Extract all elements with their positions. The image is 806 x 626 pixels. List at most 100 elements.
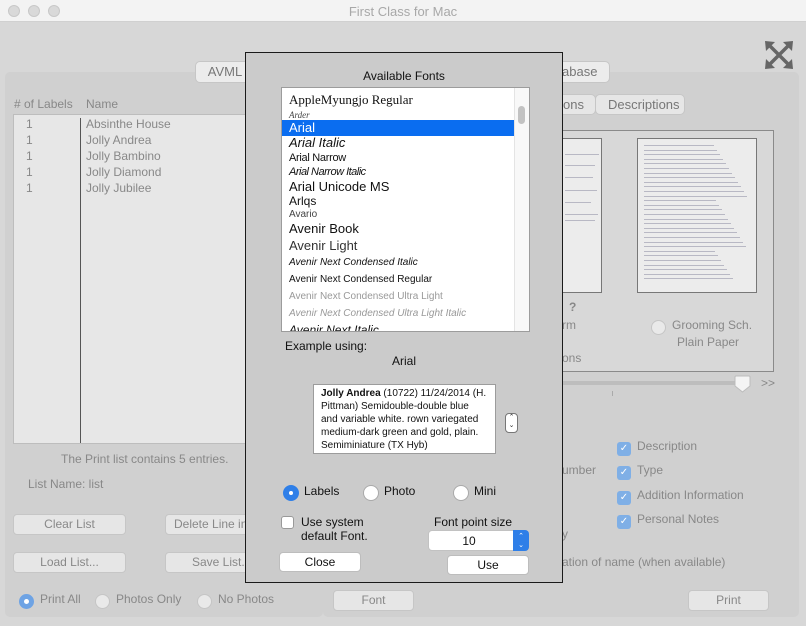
font-list[interactable]: AppleMyungjo Regular Arder Arial Arial I… (281, 87, 530, 332)
tab-descriptions[interactable]: Descriptions (595, 94, 685, 115)
load-list-button[interactable]: Load List... (13, 552, 126, 573)
thumbnail-text-line (644, 246, 746, 248)
column-header-name: Name (86, 97, 119, 111)
use-system-font-label-2: default Font. (301, 529, 368, 543)
font-size-select[interactable]: 10 ⌃ ⌄ (428, 530, 529, 551)
grooming-thumbnail[interactable] (637, 138, 757, 293)
thumbnail-text-line (644, 154, 720, 156)
font-item[interactable]: Arial Narrow Italic (282, 164, 514, 180)
labels-radio-label: Labels (304, 484, 340, 498)
grooming-label: Grooming Sch. (672, 318, 753, 332)
preview-slider[interactable] (560, 381, 750, 385)
clear-list-button[interactable]: Clear List (13, 514, 126, 535)
scroll-thumb[interactable] (518, 106, 525, 124)
thumbnail-text-line (644, 237, 740, 238)
personal-notes-label: Personal Notes (637, 512, 720, 526)
font-item[interactable]: Avenir Next Condensed Regular (282, 272, 514, 288)
name-origin-option-partial: ation of name (when available) (562, 555, 726, 569)
photo-radio[interactable] (363, 485, 379, 501)
expand-arrows-icon[interactable] (764, 40, 794, 70)
thumbnail-text-line (644, 223, 731, 225)
thumbnail-text-line (644, 177, 735, 179)
thumbnail-text-line (644, 260, 721, 261)
thumbnail-text-line (644, 149, 717, 151)
font-item[interactable]: Arial Italic (282, 135, 514, 151)
list-row[interactable]: 1 Jolly Jubilee (14, 181, 252, 197)
thumbnail-text-line (644, 250, 715, 252)
plain-paper-label: Plain Paper (677, 335, 740, 349)
example-preview: Jolly Andrea (10722) 11/24/2014 (H. Pitt… (313, 384, 496, 454)
thumbnail-text-line (644, 191, 744, 192)
options-label-partial: ons (562, 351, 582, 365)
list-row[interactable]: 1 Jolly Diamond (14, 165, 252, 181)
thumbnail-text-line (644, 200, 716, 202)
font-item[interactable]: Avenir Book (282, 221, 514, 237)
addition-info-checkbox[interactable]: ✓ (617, 491, 631, 505)
type-label: Type (637, 463, 664, 477)
slider-more-button[interactable]: >> (761, 376, 775, 390)
thumbnail-text-line (644, 204, 719, 206)
close-button[interactable]: Close (279, 552, 361, 572)
thumbnail-text-line (644, 145, 714, 146)
font-item[interactable]: Avenir Light (282, 238, 514, 254)
dialog-title: Available Fonts (363, 69, 445, 83)
window-title: First Class for Mac (348, 4, 458, 19)
thumbnail-text-line (644, 218, 728, 220)
font-dialog: Available Fonts AppleMyungjo Regular Ard… (245, 52, 563, 583)
use-system-font-checkbox[interactable] (281, 516, 294, 529)
thumbnail-text-line (644, 158, 723, 160)
font-button[interactable]: Font (333, 590, 414, 611)
font-item-selected[interactable]: Arial (282, 120, 514, 136)
type-checkbox[interactable]: ✓ (617, 466, 631, 480)
description-checkbox[interactable]: ✓ (617, 442, 631, 456)
font-size-value: 10 (462, 534, 476, 548)
labels-radio[interactable] (283, 485, 299, 501)
thumbnail-text-line (644, 172, 732, 174)
addition-info-label: Addition Information (637, 488, 744, 502)
thumbnail-text-line (644, 214, 725, 215)
list-row[interactable]: 1 Jolly Bambino (14, 149, 252, 165)
thumbnail-text-line (644, 255, 718, 257)
mini-radio[interactable] (453, 485, 469, 501)
print-all-radio[interactable] (19, 594, 34, 609)
use-button[interactable]: Use (447, 555, 529, 575)
font-item[interactable]: Avenir Next Condensed Italic (282, 255, 514, 271)
list-row[interactable]: 1 Absinthe House (14, 117, 252, 133)
save-list-button[interactable]: Save List. (165, 552, 255, 573)
thumbnail-text-line (644, 241, 743, 243)
font-list-scrollbar[interactable] (514, 88, 529, 331)
label-thumbnail[interactable] (560, 138, 602, 293)
photos-only-radio[interactable] (95, 594, 110, 609)
thumbnail-text-line (644, 186, 741, 188)
use-system-font-label-1: Use system (301, 515, 364, 529)
slider-knob[interactable] (734, 375, 751, 393)
no-photos-label: No Photos (218, 592, 275, 606)
delete-line-button[interactable]: Delete Line in (165, 514, 255, 535)
example-stepper[interactable]: ⌃ ⌄ (505, 413, 518, 433)
font-item[interactable]: AppleMyungjo Regular (282, 92, 514, 108)
grooming-radio[interactable] (651, 320, 666, 335)
print-list-summary: The Print list contains 5 entries. (61, 452, 229, 466)
number-option-partial: umber (562, 463, 597, 477)
font-item[interactable]: Avenir Next Condensed Ultra Light Italic (282, 306, 514, 322)
print-all-label: Print All (40, 592, 81, 606)
example-label: Example using: (285, 339, 368, 353)
personal-notes-checkbox[interactable]: ✓ (617, 515, 631, 529)
description-label: Description (637, 439, 698, 453)
print-button[interactable]: Print (688, 590, 769, 611)
slider-tick (612, 391, 613, 396)
font-item[interactable]: Avenir Next Italic (282, 322, 514, 331)
font-size-label: Font point size (434, 515, 513, 529)
photos-only-label: Photos Only (116, 592, 182, 606)
title-bar: First Class for Mac (0, 0, 806, 22)
thumbnail-text-line (644, 269, 727, 271)
list-row[interactable]: 1 Jolly Andrea (14, 133, 252, 149)
no-photos-radio[interactable] (197, 594, 212, 609)
thumbnail-text-line (644, 195, 747, 197)
list-name-label: List Name: list (28, 477, 104, 491)
chevron-updown-icon: ⌃ ⌄ (513, 530, 529, 551)
thumbnail-text-line (644, 168, 729, 169)
thumbnail-text-line (644, 273, 730, 275)
thumbnail-text-line (644, 278, 733, 280)
font-item[interactable]: Avenir Next Condensed Ultra Light (282, 289, 514, 305)
